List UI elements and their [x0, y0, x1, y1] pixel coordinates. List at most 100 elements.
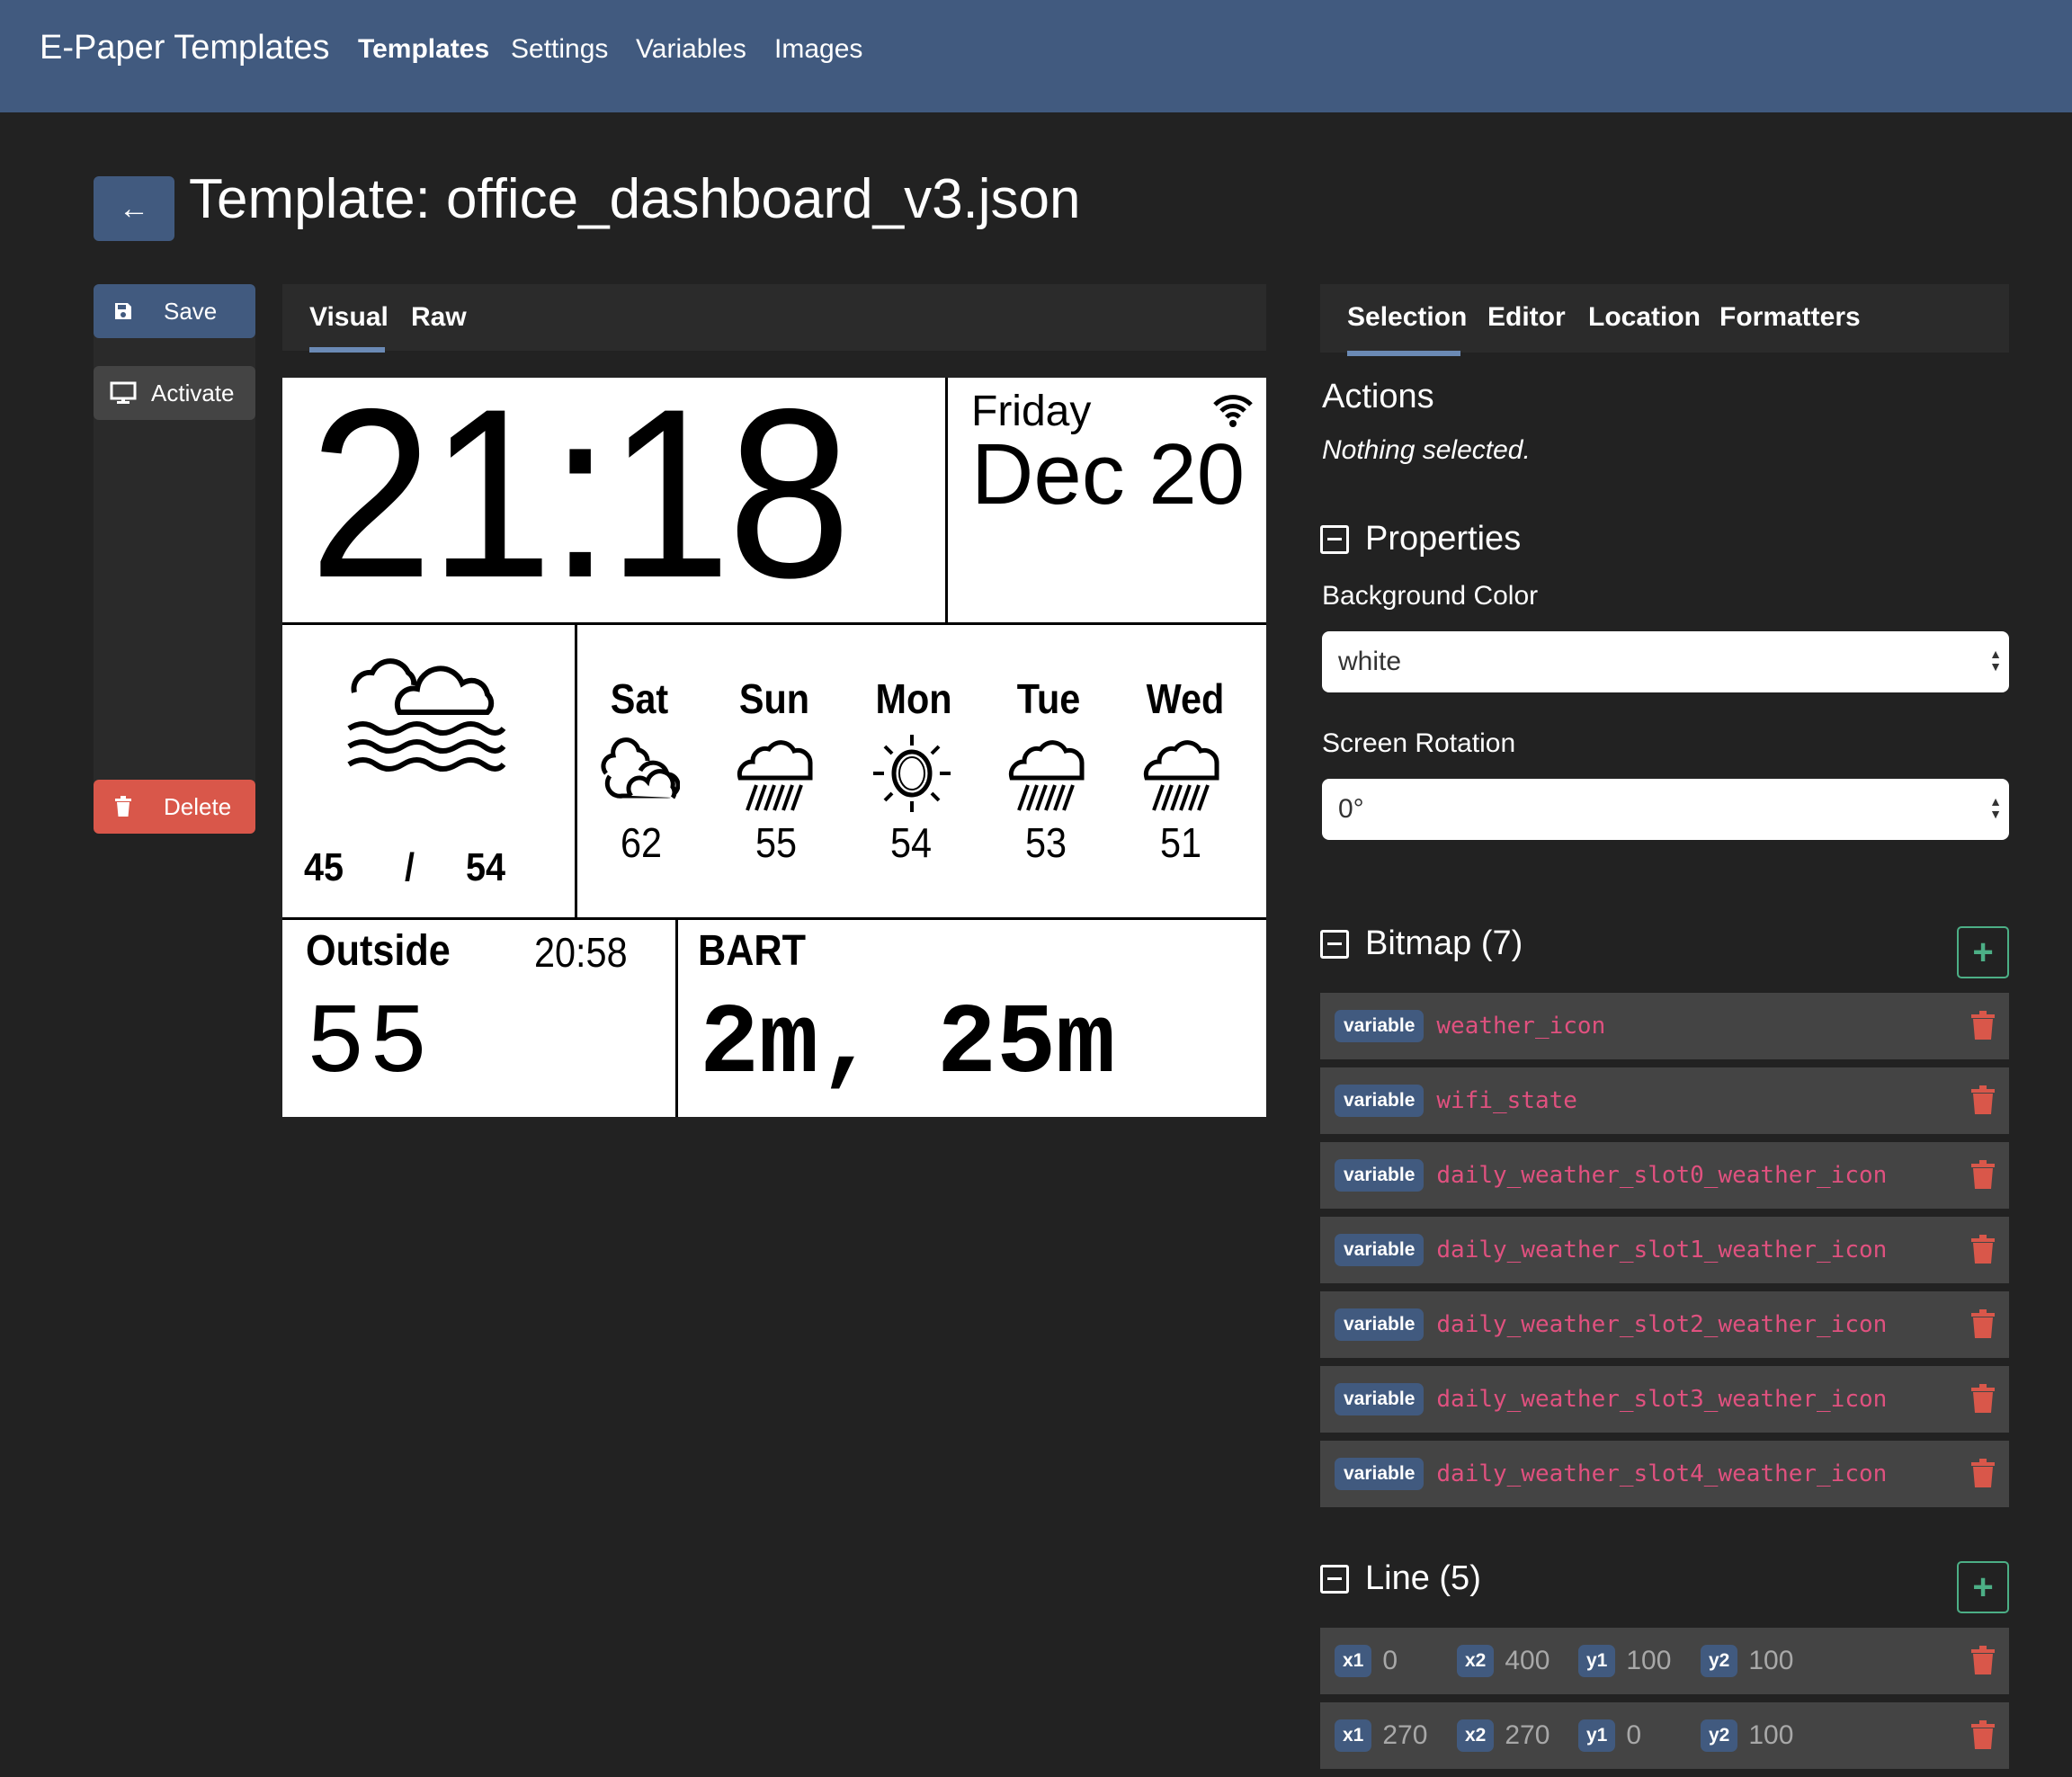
nav-templates[interactable]: Templates: [358, 34, 489, 65]
variable-name: daily_weather_slot1_weather_icon: [1436, 1237, 1888, 1264]
active-tab-indicator: [1347, 351, 1460, 356]
brand-logo[interactable]: E-Paper Templates: [40, 29, 329, 67]
forecast-day: Mon: [875, 675, 952, 722]
outside-label: Outside: [306, 927, 451, 975]
wifi-icon: [1213, 395, 1253, 427]
background-color-select[interactable]: white ▲ ▼: [1322, 631, 2009, 692]
trash-icon[interactable]: [1971, 1160, 1995, 1189]
add-bitmap-button[interactable]: +: [1957, 926, 2009, 978]
trash-icon[interactable]: [1971, 1235, 1995, 1264]
bitmap-list-item[interactable]: variable wifi_state: [1320, 1067, 2009, 1134]
y1-value: 0: [1626, 1720, 1642, 1750]
actions-heading: Actions: [1322, 378, 1434, 415]
navbar: E-Paper Templates Templates Settings Var…: [0, 0, 2072, 112]
tab-raw[interactable]: Raw: [411, 302, 467, 333]
line-section-header[interactable]: Line (5): [1320, 1559, 1481, 1598]
tab-visual[interactable]: Visual: [309, 302, 388, 333]
bitmap-section-header[interactable]: Bitmap (7): [1320, 924, 1523, 963]
trash-icon[interactable]: [1971, 1646, 1995, 1674]
collapse-icon[interactable]: [1320, 1564, 1349, 1594]
line-x2: x2 400: [1457, 1645, 1550, 1677]
outside-temp: 55: [306, 989, 433, 1102]
x2-value: 400: [1505, 1646, 1550, 1675]
fog-icon: [347, 658, 506, 772]
variable-name: daily_weather_slot2_weather_icon: [1436, 1311, 1888, 1338]
rain-icon: [1008, 740, 1085, 811]
plus-icon: +: [1972, 1567, 1994, 1607]
line-list-item[interactable]: x1 270 x2 270 y1 0 y2 100: [1320, 1702, 2009, 1769]
y1-badge: y1: [1578, 1719, 1616, 1752]
selection-status: Nothing selected.: [1322, 435, 1531, 465]
line-heading: Line (5): [1365, 1559, 1481, 1597]
forecast-temp: 55: [755, 819, 798, 866]
delete-button[interactable]: Delete: [94, 780, 255, 834]
add-line-button[interactable]: +: [1957, 1561, 2009, 1613]
x1-value: 270: [1382, 1720, 1428, 1750]
y2-value: 100: [1748, 1646, 1794, 1675]
tab-location[interactable]: Location: [1588, 302, 1701, 333]
floppy-disk-icon: [110, 301, 137, 321]
variable-name: daily_weather_slot0_weather_icon: [1436, 1162, 1888, 1189]
bitmap-list-item[interactable]: variable daily_weather_slot0_weather_icon: [1320, 1142, 2009, 1209]
divider-line: [282, 917, 1266, 920]
divider-line: [675, 919, 678, 1117]
high-temp: 54: [466, 845, 506, 889]
forecast-day: Wed: [1146, 675, 1225, 722]
background-color-label: Background Color: [1322, 581, 1539, 611]
bart-label: BART: [698, 927, 806, 975]
screen-rotation-select[interactable]: 0° ▲ ▼: [1322, 779, 2009, 840]
sun-icon: [873, 735, 951, 812]
tab-formatters[interactable]: Formatters: [1719, 302, 1861, 333]
tab-editor[interactable]: Editor: [1487, 302, 1566, 333]
low-temp: 45: [304, 845, 344, 889]
forecast-temp: 53: [1024, 819, 1067, 866]
line-list-item[interactable]: x1 0 x2 400 y1 100 y2 100: [1320, 1628, 2009, 1694]
trash-icon[interactable]: [1971, 1011, 1995, 1040]
view-tabs: Visual Raw: [282, 284, 1266, 351]
nav-settings[interactable]: Settings: [511, 34, 608, 65]
activate-button[interactable]: Activate: [94, 366, 255, 420]
temp-separator: /: [405, 845, 415, 889]
x2-value: 270: [1505, 1720, 1550, 1750]
y1-badge: y1: [1578, 1645, 1616, 1677]
nav-images[interactable]: Images: [774, 34, 862, 65]
forecast-day: Tue: [1016, 675, 1081, 722]
background-color-value: white: [1338, 647, 1402, 676]
variable-badge: variable: [1335, 1308, 1424, 1341]
active-tab-indicator: [309, 347, 385, 353]
trash-icon[interactable]: [1971, 1384, 1995, 1413]
properties-section-header[interactable]: Properties: [1320, 520, 1521, 558]
bitmap-list-item[interactable]: variable daily_weather_slot2_weather_icon: [1320, 1291, 2009, 1358]
epaper-preview[interactable]: 21:18 Friday Dec 20 45 / 54 Sat Sun Mon …: [282, 378, 1266, 1117]
tab-selection[interactable]: Selection: [1347, 302, 1467, 333]
plus-icon: +: [1972, 932, 1994, 972]
clock-time: 21:18: [309, 378, 851, 628]
trash-icon[interactable]: [1971, 1309, 1995, 1338]
back-button[interactable]: ←: [94, 176, 174, 241]
collapse-icon[interactable]: [1320, 929, 1349, 959]
variable-name: weather_icon: [1436, 1013, 1606, 1040]
line-y2: y2 100: [1701, 1645, 1793, 1677]
save-label: Save: [164, 297, 218, 325]
nav-variables[interactable]: Variables: [636, 34, 746, 65]
arrow-left-icon: ←: [119, 191, 149, 226]
collapse-icon[interactable]: [1320, 524, 1349, 554]
save-button[interactable]: Save: [94, 284, 255, 338]
variable-name: wifi_state: [1436, 1087, 1577, 1114]
trash-icon[interactable]: [1971, 1085, 1995, 1114]
trash-icon[interactable]: [1971, 1459, 1995, 1487]
forecast-day: Sun: [738, 675, 810, 722]
variable-name: daily_weather_slot3_weather_icon: [1436, 1386, 1888, 1413]
bitmap-list-item[interactable]: variable daily_weather_slot3_weather_icon: [1320, 1366, 2009, 1433]
bitmap-list-item[interactable]: variable daily_weather_slot4_weather_icon: [1320, 1441, 2009, 1507]
x1-badge: x1: [1335, 1645, 1372, 1677]
line-y2: y2 100: [1701, 1719, 1793, 1752]
forecast-temp: 62: [620, 819, 663, 866]
trash-icon: [110, 796, 137, 817]
bitmap-list-item[interactable]: variable weather_icon: [1320, 993, 2009, 1059]
trash-icon[interactable]: [1971, 1720, 1995, 1749]
forecast-temp: 51: [1159, 819, 1202, 866]
screen-rotation-value: 0°: [1338, 794, 1364, 824]
variable-name: daily_weather_slot4_weather_icon: [1436, 1460, 1888, 1487]
bitmap-list-item[interactable]: variable daily_weather_slot1_weather_icon: [1320, 1217, 2009, 1283]
